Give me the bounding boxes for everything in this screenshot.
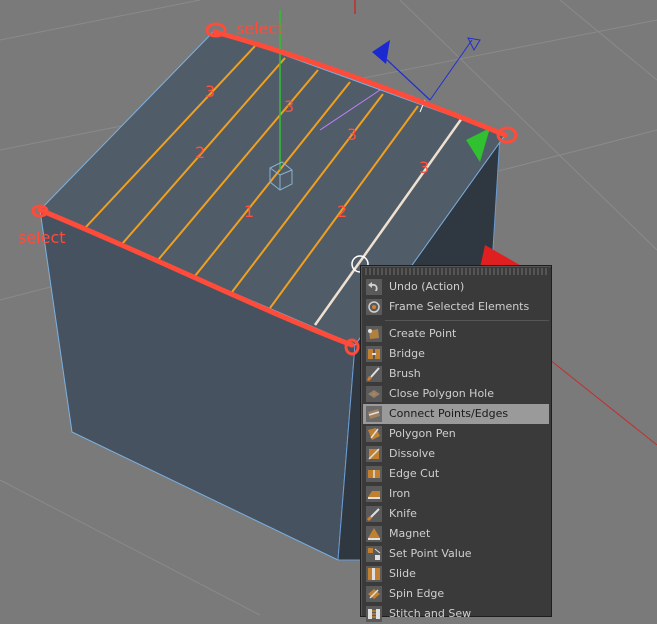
context-menu[interactable]: Undo (Action) Frame Selected Elements Cr… [360, 265, 552, 622]
menu-item-label: Brush [389, 367, 421, 380]
annotation-select-left: select [18, 228, 66, 247]
menu-item-close-polygon-hole[interactable]: Close Polygon Hole [363, 384, 549, 404]
menu-item-label: Edge Cut [389, 467, 440, 480]
bridge-icon [366, 346, 382, 362]
3d-viewport[interactable]: select select 3 3 2 3 3 1 2 [0, 0, 657, 615]
menu-item-label: Spin Edge [389, 587, 445, 600]
frame-icon [366, 299, 382, 315]
annotation-select-top: select [236, 19, 284, 38]
menu-item-dissolve[interactable]: Dissolve [363, 444, 549, 464]
brush-icon [366, 366, 382, 382]
menu-item-knife[interactable]: Knife [363, 504, 549, 524]
magnet-icon [366, 526, 382, 542]
menu-item-stitch-and-sew[interactable]: Stitch and Sew [363, 604, 549, 624]
menu-grip[interactable] [365, 268, 547, 275]
menu-item-polygon-pen[interactable]: Polygon Pen [363, 424, 549, 444]
connect-icon [366, 406, 382, 422]
spin-edge-icon [366, 586, 382, 602]
menu-item-label: Undo (Action) [389, 280, 465, 293]
menu-item-set-point-value[interactable]: Set Point Value [363, 544, 549, 564]
menu-item-label: Stitch and Sew [389, 607, 472, 620]
knife-icon [366, 506, 382, 522]
menu-item-label: Magnet [389, 527, 431, 540]
annotation-number: 3 [419, 158, 429, 177]
menu-separator [385, 320, 549, 321]
menu-item-connect-points-edges[interactable]: Connect Points/Edges [363, 404, 549, 424]
annotation-number: 3 [347, 125, 357, 144]
edge-cut-icon [366, 466, 382, 482]
menu-item-undo[interactable]: Undo (Action) [363, 277, 549, 297]
menu-item-label: Set Point Value [389, 547, 472, 560]
menu-item-label: Bridge [389, 347, 425, 360]
menu-item-frame-selected[interactable]: Frame Selected Elements [363, 297, 549, 317]
menu-item-brush[interactable]: Brush [363, 364, 549, 384]
slide-icon [366, 566, 382, 582]
menu-item-label: Polygon Pen [389, 427, 456, 440]
menu-item-iron[interactable]: Iron [363, 484, 549, 504]
menu-item-label: Slide [389, 567, 416, 580]
menu-item-label: Frame Selected Elements [389, 300, 530, 313]
menu-item-label: Dissolve [389, 447, 436, 460]
annotation-number: 2 [337, 202, 347, 221]
set-point-value-icon [366, 546, 382, 562]
menu-item-label: Knife [389, 507, 417, 520]
menu-item-create-point[interactable]: Create Point [363, 324, 549, 344]
annotation-number: 3 [205, 82, 215, 101]
annotation-number: 3 [284, 97, 294, 116]
menu-item-edge-cut[interactable]: Edge Cut [363, 464, 549, 484]
menu-item-label: Close Polygon Hole [389, 387, 495, 400]
menu-item-label: Create Point [389, 327, 457, 340]
annotation-number: 2 [195, 143, 205, 162]
annotation-number: 1 [244, 202, 254, 221]
polygon-pen-icon [366, 426, 382, 442]
stitch-icon [366, 606, 382, 622]
menu-item-slide[interactable]: Slide [363, 564, 549, 584]
menu-item-bridge[interactable]: Bridge [363, 344, 549, 364]
create-point-icon [366, 326, 382, 342]
dissolve-icon [366, 446, 382, 462]
iron-icon [366, 486, 382, 502]
menu-item-label: Iron [389, 487, 411, 500]
undo-icon [366, 279, 382, 295]
menu-item-label: Connect Points/Edges [389, 407, 509, 420]
menu-item-magnet[interactable]: Magnet [363, 524, 549, 544]
menu-item-spin-edge[interactable]: Spin Edge [363, 584, 549, 604]
close-hole-icon [366, 386, 382, 402]
